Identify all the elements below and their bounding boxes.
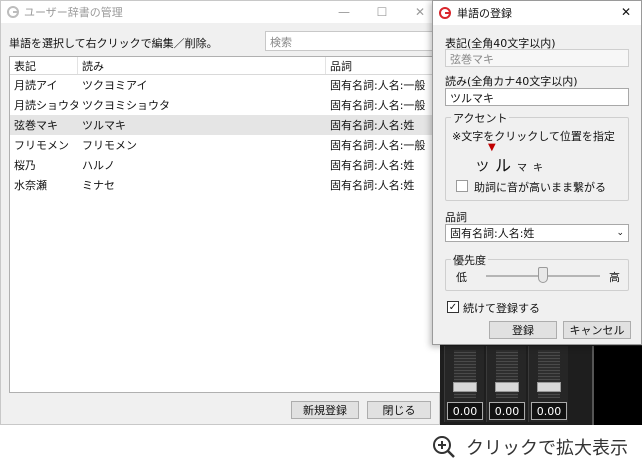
register-dialog-title: 単語の登録 <box>457 7 512 20</box>
cell-surface: 弦巻マキ <box>14 119 58 132</box>
continue-checkbox-label: 続けて登録する <box>463 302 540 315</box>
priority-low-label: 低 <box>456 271 467 284</box>
continue-checkbox[interactable]: ✓ <box>447 301 459 313</box>
priority-group-label: 優先度 <box>451 252 488 268</box>
mixer-strip: 0.00 <box>486 346 526 422</box>
maximize-button[interactable]: ☐ <box>363 1 401 23</box>
column-header-pos[interactable]: 品詞 <box>326 57 440 74</box>
table-row[interactable]: 月読アイ ツクヨミアイ 固有名詞:人名:一般 <box>10 75 440 95</box>
zoom-caption-text: クリックで拡大表示 <box>466 438 628 459</box>
zoom-in-icon <box>433 436 455 458</box>
cell-pos: 固有名詞:人名:一般 <box>330 99 426 112</box>
fader-handle[interactable] <box>537 382 561 392</box>
accent-char[interactable]: キ <box>533 159 543 174</box>
cell-surface: フリモメン <box>14 139 69 152</box>
table-row[interactable]: 水奈瀬 ミナセ 固有名詞:人名:姓 <box>10 175 440 195</box>
minimize-button[interactable]: — <box>325 1 363 23</box>
column-header-surface[interactable]: 表記 <box>10 57 78 74</box>
accent-group-label: アクセント <box>451 110 510 126</box>
mixer-strip: 0.00 <box>528 346 568 422</box>
word-table: 表記 読み 品詞 月読アイ ツクヨミアイ 固有名詞:人名:一般 月読ショウタ ツ… <box>9 56 441 393</box>
mixer-strip: 0.00 <box>444 346 484 422</box>
cell-surface: 桜乃 <box>14 159 36 172</box>
cell-pos: 固有名詞:人名:一般 <box>330 79 426 92</box>
priority-group: 優先度 低 高 <box>445 252 629 291</box>
search-input[interactable]: 検索 <box>265 31 441 51</box>
cell-pos: 固有名詞:人名:一般 <box>330 139 426 152</box>
accent-char[interactable]: マ <box>517 159 527 174</box>
cell-reading: ツクヨミショウタ <box>82 99 170 112</box>
fader-handle[interactable] <box>453 382 477 392</box>
cell-surface: 月読アイ <box>14 79 58 92</box>
cell-pos: 固有名詞:人名:姓 <box>330 179 415 192</box>
reading-field[interactable]: ツルマキ <box>445 88 629 106</box>
cell-reading: ツルマキ <box>82 119 126 132</box>
table-row[interactable]: フリモメン フリモメン 固有名詞:人名:一般 <box>10 135 440 155</box>
table-row[interactable]: 月読ショウタ ツクヨミショウタ 固有名詞:人名:一般 <box>10 95 440 115</box>
cell-reading: ミナセ <box>82 179 115 192</box>
table-header: 表記 読み 品詞 <box>10 57 440 75</box>
cell-pos: 固有名詞:人名:姓 <box>330 119 415 132</box>
cancel-button[interactable]: キャンセル <box>563 321 631 339</box>
dict-hint-text: 単語を選択して右クリックで編集／削除。 <box>9 37 218 50</box>
register-button[interactable]: 登録 <box>489 321 557 339</box>
table-row-selected[interactable]: 弦巻マキ ツルマキ 固有名詞:人名:姓 <box>10 115 440 135</box>
cell-surface: 月読ショウタ <box>14 99 78 112</box>
user-dictionary-window: ユーザー辞書の管理 — ☐ ✕ 単語を選択して右クリックで編集／削除。 検索 表… <box>0 0 441 425</box>
fader-value[interactable]: 0.00 <box>531 402 567 420</box>
table-row[interactable]: 桜乃 ハルノ 固有名詞:人名:姓 <box>10 155 440 175</box>
close-dict-button[interactable]: 閉じる <box>367 401 431 419</box>
cell-reading: ツクヨミアイ <box>82 79 148 92</box>
dark-panel <box>592 346 642 425</box>
dict-window-title: ユーザー辞書の管理 <box>24 6 123 19</box>
accent-char[interactable]: ル <box>495 152 511 176</box>
app-icon <box>7 6 19 18</box>
cell-reading: フリモメン <box>82 139 137 152</box>
new-entry-button[interactable]: 新規登録 <box>291 401 359 419</box>
zoom-caption[interactable]: クリックで拡大表示 <box>432 434 628 460</box>
particle-checkbox-label: 助詞に音が高いまま繋がる <box>474 181 606 194</box>
app-icon <box>439 7 451 19</box>
pos-select-value: 固有名詞:人名:姓 <box>450 227 535 240</box>
priority-slider-thumb[interactable] <box>538 267 548 283</box>
close-icon[interactable]: ✕ <box>621 5 631 19</box>
column-header-reading[interactable]: 読み <box>78 57 326 74</box>
particle-checkbox[interactable] <box>456 180 468 192</box>
reading-label: 読み(全角カナ40文字以内) <box>445 75 578 88</box>
priority-high-label: 高 <box>609 271 620 284</box>
chevron-down-icon: ⌄ <box>616 228 624 238</box>
cell-reading: ハルノ <box>82 159 115 172</box>
surface-field[interactable]: 弦巻マキ <box>445 49 629 67</box>
pos-label: 品詞 <box>445 211 467 224</box>
cell-pos: 固有名詞:人名:姓 <box>330 159 415 172</box>
fader-value[interactable]: 0.00 <box>489 402 525 420</box>
accent-group: アクセント ※文字をクリックして位置を指定 ▼ ツ ル マ キ 助詞に音が高いま… <box>445 110 629 201</box>
cell-surface: 水奈瀬 <box>14 179 47 192</box>
register-titlebar: 単語の登録 ✕ <box>433 1 641 25</box>
check-icon: ✓ <box>448 301 458 313</box>
word-register-dialog: 単語の登録 ✕ 表記(全角40文字以内) 弦巻マキ 読み(全角カナ40文字以内)… <box>432 0 642 345</box>
accent-char[interactable]: ツ <box>476 156 489 175</box>
fader-value[interactable]: 0.00 <box>447 402 483 420</box>
pos-select[interactable]: 固有名詞:人名:姓 ⌄ <box>445 224 629 242</box>
accent-chars: ツ ル マ キ <box>476 152 543 176</box>
fader-handle[interactable] <box>495 382 519 392</box>
accent-hint: ※文字をクリックして位置を指定 <box>452 130 615 143</box>
dict-window-controls: — ☐ ✕ <box>325 1 439 23</box>
